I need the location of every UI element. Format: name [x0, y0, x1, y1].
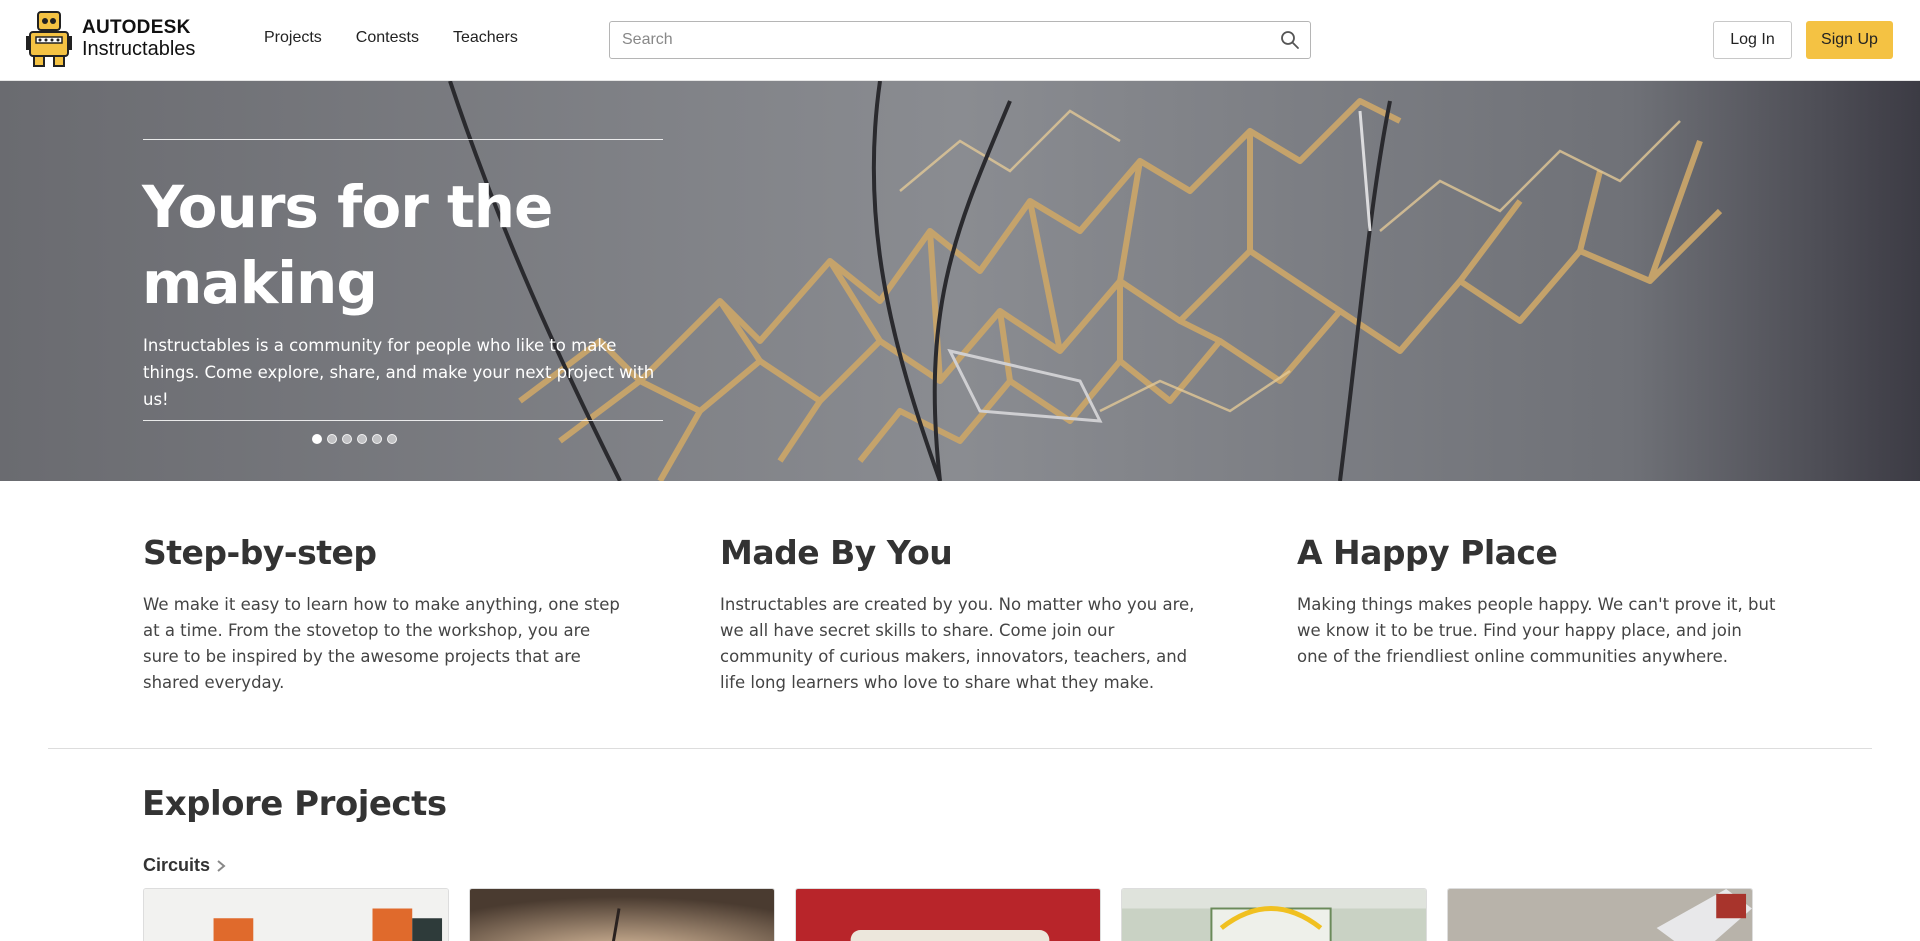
project-card[interactable] [1447, 888, 1753, 941]
project-thumbnail [144, 889, 448, 941]
hero-top-rule [143, 139, 663, 140]
feature-text: Making things makes people happy. We can… [1297, 595, 1776, 666]
project-thumbnail [470, 889, 774, 941]
carousel-dot-1[interactable] [312, 434, 322, 444]
feature-text: We make it easy to learn how to make any… [143, 595, 620, 692]
feature-step-by-step: Step-by-step We make it easy to learn ho… [143, 530, 623, 696]
search-icon[interactable] [1280, 30, 1300, 50]
hero-title: Yours for the making [142, 173, 553, 317]
login-button[interactable]: Log In [1713, 21, 1792, 59]
feature-title: Step-by-step [143, 533, 377, 572]
feature-made-by-you: Made By You Instructables are created by… [720, 530, 1200, 696]
feature-title: Made By You [720, 533, 953, 572]
logo-brand: AUTODESK [82, 17, 191, 38]
search-input[interactable] [610, 22, 1270, 58]
instructables-logo[interactable]: AUTODESK Instructables [26, 10, 206, 70]
project-thumbnail [796, 889, 1100, 941]
project-card[interactable] [469, 888, 775, 941]
section-divider [48, 748, 1872, 749]
robot-mascot-icon [26, 11, 72, 67]
project-card[interactable] [795, 888, 1101, 941]
hero-subtitle: Instructables is a community for people … [143, 336, 655, 409]
nav-contests[interactable]: Contests [356, 29, 419, 47]
logo-wordmark: AUTODESK Instructables [82, 17, 196, 61]
carousel-dot-6[interactable] [387, 434, 397, 444]
carousel-dot-4[interactable] [357, 434, 367, 444]
carousel-dot-2[interactable] [327, 434, 337, 444]
feature-title: A Happy Place [1297, 533, 1558, 572]
main-nav: Projects Contests Teachers [264, 29, 518, 47]
hero-bottom-rule [143, 420, 663, 421]
carousel-dot-5[interactable] [372, 434, 382, 444]
signup-button[interactable]: Sign Up [1806, 21, 1893, 59]
project-thumbnail [1122, 889, 1426, 941]
project-card[interactable] [1121, 888, 1427, 941]
explore-title: Explore Projects [142, 784, 447, 824]
project-card[interactable] [143, 888, 449, 941]
logo-name: Instructables [82, 38, 196, 60]
category-link-circuits[interactable]: Circuits [143, 855, 226, 876]
category-label: Circuits [143, 855, 211, 875]
carousel-dot-3[interactable] [342, 434, 352, 444]
nav-projects[interactable]: Projects [264, 29, 322, 47]
site-header: AUTODESK Instructables Projects Contests… [0, 0, 1920, 81]
project-thumbnail [1448, 889, 1752, 941]
chevron-right-icon [217, 859, 226, 872]
search-box [609, 21, 1311, 59]
hero-banner: Yours for the making Instructables is a … [0, 81, 1920, 481]
carousel-dots [312, 434, 397, 444]
feature-happy-place: A Happy Place Making things makes people… [1297, 530, 1777, 670]
feature-text: Instructables are created by you. No mat… [720, 595, 1195, 692]
nav-teachers[interactable]: Teachers [453, 29, 518, 47]
project-cards [143, 888, 1753, 941]
